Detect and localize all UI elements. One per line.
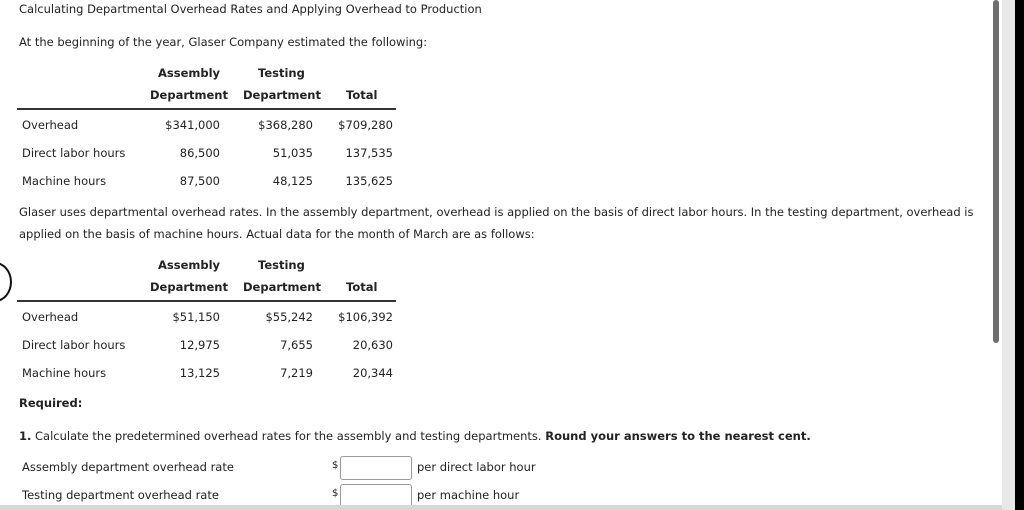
required-heading: Required: (19, 396, 83, 410)
assembly-rate-input[interactable] (340, 456, 412, 480)
cell-testing: 7,655 (280, 338, 313, 352)
header-testing: Testing (258, 66, 305, 80)
question-instruction: Round your answers to the nearest cent. (545, 429, 811, 443)
table-rule (17, 108, 396, 110)
cell-label: Machine hours (22, 174, 107, 188)
cell-label: Direct labor hours (22, 146, 126, 160)
cell-assembly: $51,150 (172, 310, 220, 324)
cell-total: 137,535 (345, 146, 393, 160)
bottom-bar (0, 505, 1002, 510)
cell-testing: 51,035 (272, 146, 313, 160)
cell-assembly: 86,500 (179, 146, 220, 160)
cell-assembly: 12,975 (179, 338, 220, 352)
question-1: 1. Calculate the predetermined overhead … (19, 429, 811, 443)
scrollbar-track[interactable] (1002, 0, 1015, 510)
header-testing-dept: Department (243, 88, 321, 102)
cell-testing: 7,219 (280, 366, 313, 380)
header-assembly: Assembly (158, 258, 221, 272)
answer-unit: per machine hour (417, 488, 520, 502)
header-testing: Testing (258, 258, 305, 272)
cell-assembly: $341,000 (165, 118, 220, 132)
question-number: 1. (19, 429, 32, 443)
header-testing-dept: Department (243, 280, 321, 294)
cell-label: Direct labor hours (22, 338, 126, 352)
cell-label: Overhead (22, 118, 79, 132)
paragraph-line1: Glaser uses departmental overhead rates.… (19, 205, 974, 219)
scrollbar-thumb[interactable] (993, 0, 999, 343)
header-assembly-dept: Department (150, 280, 228, 294)
page-title: Calculating Departmental Overhead Rates … (19, 2, 482, 16)
cell-total: $106,392 (338, 310, 393, 324)
question-text: Calculate the predetermined overhead rat… (35, 429, 542, 443)
cell-total: $709,280 (338, 118, 393, 132)
dollar-sign: $ (332, 460, 339, 471)
answer-label: Assembly department overhead rate (22, 460, 234, 474)
problem-page: Calculating Departmental Overhead Rates … (0, 0, 1002, 505)
header-total: Total (346, 280, 378, 294)
answer-label: Testing department overhead rate (22, 488, 219, 502)
testing-rate-input[interactable] (340, 484, 412, 505)
cell-total: 20,344 (352, 366, 393, 380)
intro-text: At the beginning of the year, Glaser Com… (19, 35, 428, 49)
cell-label: Machine hours (22, 366, 107, 380)
cell-testing: $55,242 (265, 310, 313, 324)
cell-assembly: 13,125 (179, 366, 220, 380)
cell-assembly: 87,500 (179, 174, 220, 188)
answer-unit: per direct labor hour (417, 460, 536, 474)
cell-total: 20,630 (352, 338, 393, 352)
cell-testing: 48,125 (272, 174, 313, 188)
table-rule (17, 300, 396, 302)
circle-annotation (0, 262, 12, 302)
cell-label: Overhead (22, 310, 79, 324)
cell-testing: $368,280 (258, 118, 313, 132)
paragraph-line2: applied on the basis of machine hours. A… (19, 227, 535, 241)
header-total: Total (346, 88, 378, 102)
header-assembly-dept: Department (150, 88, 228, 102)
dollar-sign: $ (332, 488, 339, 499)
cell-total: 135,625 (345, 174, 393, 188)
header-assembly: Assembly (158, 66, 221, 80)
